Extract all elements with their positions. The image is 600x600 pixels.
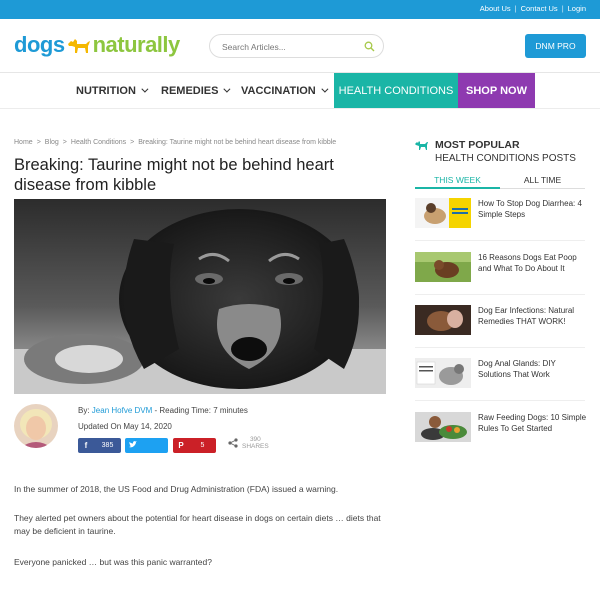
sidebar-heading: MOST POPULAR HEALTH CONDITIONS POSTS: [415, 139, 576, 165]
pinterest-icon: P: [178, 441, 184, 450]
total-shares: 390 SHARES: [228, 436, 269, 450]
author-avatar[interactable]: [14, 404, 58, 448]
logo-text-naturally: naturally: [92, 32, 181, 57]
top-link-separator: |: [561, 4, 564, 13]
article-byline: By: Jean Hofve DVM - Reading Time: 7 min…: [78, 406, 248, 415]
top-bar: About Us | Contact Us | Login: [0, 0, 600, 19]
main-nav: NUTRITION REMEDIES VACCINATION HEALTH CO…: [0, 73, 600, 108]
sidebar-post[interactable]: Raw Feeding Dogs: 10 Simple Rules To Get…: [415, 412, 588, 442]
article-paragraph: Everyone panicked … but was this panic w…: [14, 557, 212, 567]
dnm-pro-button[interactable]: DNM PRO: [525, 34, 586, 58]
breadcrumb: Home > Blog > Health Conditions > Breaki…: [14, 139, 336, 146]
post-title[interactable]: Raw Feeding Dogs: 10 Simple Rules To Get…: [478, 412, 588, 434]
breadcrumb-blog[interactable]: Blog: [45, 139, 59, 146]
reading-time: - Reading Time: 7 minutes: [154, 406, 248, 415]
updated-date: Updated On May 14, 2020: [78, 422, 172, 431]
nav-label: NUTRITION: [76, 84, 136, 97]
post-title[interactable]: Dog Anal Glands: DIY Solutions That Work: [478, 358, 588, 380]
about-us-link[interactable]: About Us: [480, 4, 511, 13]
sidebar-post[interactable]: How To Stop Dog Diarrhea: 4 Simple Steps: [415, 198, 585, 228]
nav-nutrition[interactable]: NUTRITION: [76, 73, 149, 108]
search-icon[interactable]: [364, 41, 375, 52]
logo-text-dogs: dogs: [14, 32, 65, 57]
twitter-share-button[interactable]: [125, 438, 168, 453]
post-title[interactable]: Dog Ear Infections: Natural Remedies THA…: [478, 305, 588, 327]
chevron-down-icon: [321, 85, 329, 93]
breadcrumb-separator: >: [36, 139, 41, 146]
post-divider: [415, 400, 585, 401]
top-links: About Us | Contact Us | Login: [480, 4, 586, 13]
post-thumbnail[interactable]: [415, 358, 471, 388]
pinterest-share-button[interactable]: P 5: [173, 438, 216, 453]
breadcrumb-home[interactable]: Home: [14, 139, 33, 146]
post-thumbnail[interactable]: [415, 305, 471, 335]
nav-health-conditions[interactable]: HEALTH CONDITIONS: [334, 73, 458, 108]
chevron-down-icon: [141, 85, 149, 93]
sidebar-post[interactable]: Dog Anal Glands: DIY Solutions That Work: [415, 358, 585, 388]
post-thumbnail[interactable]: [415, 412, 471, 442]
article-title: Breaking: Taurine might not be behind he…: [14, 156, 334, 194]
nav-label: REMEDIES: [161, 84, 219, 97]
login-link[interactable]: Login: [568, 4, 586, 13]
post-thumbnail[interactable]: [415, 198, 471, 228]
total-share-count: 390: [249, 436, 261, 443]
facebook-icon: f: [84, 441, 88, 450]
post-thumbnail[interactable]: [415, 252, 471, 282]
tab-all-time[interactable]: ALL TIME: [500, 172, 585, 189]
post-divider: [415, 294, 585, 295]
top-link-separator: |: [514, 4, 517, 13]
sidebar-post[interactable]: 16 Reasons Dogs Eat Poop and What To Do …: [415, 252, 585, 282]
sidebar-tabs: THIS WEEK ALL TIME: [415, 172, 585, 189]
by-prefix: By:: [78, 406, 90, 415]
share-icon: [228, 438, 238, 448]
post-divider: [415, 240, 585, 241]
article-paragraph: In the summer of 2018, the US Food and D…: [14, 484, 339, 494]
total-share-label: SHARES: [242, 443, 269, 450]
site-logo[interactable]: dogs naturally: [14, 32, 180, 58]
nav-remedies[interactable]: REMEDIES: [161, 73, 231, 108]
hero-image-dog: [14, 199, 386, 394]
nav-label: VACCINATION: [241, 84, 316, 97]
facebook-share-count: 385: [101, 442, 114, 449]
breadcrumb-current: Breaking: Taurine might not be behind he…: [138, 139, 337, 146]
author-link[interactable]: Jean Hofve DVM: [92, 406, 152, 415]
contact-us-link[interactable]: Contact Us: [521, 4, 558, 13]
nav-divider: [0, 108, 600, 109]
post-divider: [415, 347, 585, 348]
breadcrumb-separator: >: [62, 139, 67, 146]
facebook-share-button[interactable]: f 385: [78, 438, 121, 453]
search-input[interactable]: [222, 39, 362, 54]
sidebar-heading-line1: MOST POPULAR: [435, 139, 520, 151]
twitter-icon: [125, 441, 141, 450]
post-title[interactable]: 16 Reasons Dogs Eat Poop and What To Do …: [478, 252, 588, 274]
breadcrumb-health-conditions[interactable]: Health Conditions: [71, 139, 126, 146]
search-box: [209, 34, 384, 58]
nav-vaccination[interactable]: VACCINATION: [241, 73, 329, 108]
tab-this-week[interactable]: THIS WEEK: [415, 172, 500, 189]
dog-silhouette-icon: [67, 39, 90, 53]
sidebar-post[interactable]: Dog Ear Infections: Natural Remedies THA…: [415, 305, 585, 335]
dog-icon: [415, 141, 428, 150]
post-title[interactable]: How To Stop Dog Diarrhea: 4 Simple Steps: [478, 198, 588, 220]
chevron-down-icon: [223, 85, 231, 93]
sidebar-heading-line2: HEALTH CONDITIONS POSTS: [435, 153, 576, 164]
article-paragraph: They alerted pet owners about the potent…: [14, 513, 381, 536]
pinterest-share-count: 5: [200, 442, 205, 449]
breadcrumb-separator: >: [130, 139, 135, 146]
nav-shop-now[interactable]: SHOP NOW: [458, 73, 535, 108]
